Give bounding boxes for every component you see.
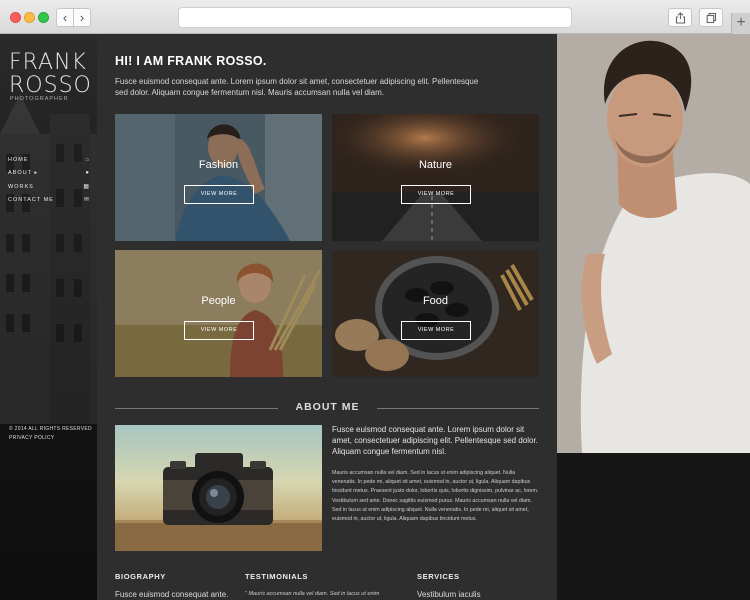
gallery-tile-food[interactable]: Food VIEW MORE — [332, 250, 539, 377]
biography-text: Fusce euismod consequat ante. — [115, 590, 229, 599]
intro-text: Fusce euismod consequat ante. Lorem ipsu… — [115, 77, 479, 97]
menu-item-home[interactable]: HOME ⌂ — [8, 154, 90, 167]
menu-item-contact[interactable]: CONTACT ME ✉ — [8, 194, 90, 207]
menu-item-works[interactable]: WORKS ▦ — [8, 181, 90, 194]
section-heading: ABOUT ME — [295, 401, 360, 413]
info-icon: ● — [85, 170, 90, 177]
forward-button[interactable]: › — [73, 8, 91, 27]
tile-overlay — [332, 250, 539, 377]
services-item[interactable]: Vestibulum iaculis — [417, 590, 481, 599]
copyright-block: © 2014 ALL RIGHTS RESERVED PRIVACY POLIC… — [9, 425, 92, 442]
menu-item-label: ABOUT ▸ — [8, 170, 39, 177]
mail-icon: ✉ — [83, 197, 90, 204]
about-body-text: Mauris accumsan nulla vel diam. Sed in l… — [332, 470, 539, 523]
chevron-right-icon: › — [79, 10, 85, 25]
tile-title: Fashion — [198, 159, 239, 171]
right-panel-footer — [557, 453, 750, 600]
building-background-image — [0, 94, 97, 424]
tile-overlay — [115, 114, 322, 241]
tile-title: People — [201, 295, 236, 307]
home-icon: ⌂ — [85, 157, 90, 163]
divider — [115, 408, 278, 409]
view-more-button[interactable]: VIEW MORE — [401, 321, 471, 340]
services-heading: SERVICES — [417, 572, 460, 581]
divider — [377, 408, 539, 409]
main-menu: HOME ⌂ ABOUT ▸ ● WORKS ▦ CONTACT ME ✉ — [8, 154, 90, 208]
site-logo[interactable]: FRANK ROSSO — [9, 51, 92, 97]
gallery-tile-people[interactable]: People VIEW MORE — [115, 250, 322, 377]
camera-illustration — [115, 453, 322, 551]
menu-item-label: WORKS — [8, 183, 34, 190]
minimize-window-button[interactable] — [24, 12, 35, 23]
plus-icon: + — [736, 14, 746, 31]
share-button[interactable] — [668, 8, 692, 27]
logo-subtitle: PHOTOGRAPHER — [10, 96, 69, 102]
privacy-policy-link[interactable]: PRIVACY POLICY — [9, 434, 92, 443]
view-more-button[interactable]: VIEW MORE — [184, 321, 254, 340]
tile-overlay — [115, 250, 322, 377]
zoom-window-button[interactable] — [38, 12, 49, 23]
menu-item-label: CONTACT ME — [8, 197, 54, 204]
menu-item-about[interactable]: ABOUT ▸ ● — [8, 167, 90, 180]
tabs-icon — [706, 12, 717, 24]
view-more-button[interactable]: VIEW MORE — [184, 185, 254, 204]
logo-line-1: FRANK — [9, 50, 87, 75]
portrait-illustration — [557, 34, 750, 453]
camera-photo — [115, 425, 322, 551]
gallery-tile-nature[interactable]: Nature VIEW MORE — [332, 114, 539, 241]
menu-item-label: HOME — [8, 157, 29, 163]
sidebar: FRANK ROSSO PHOTOGRAPHER HOME ⌂ ABOUT ▸ … — [0, 34, 97, 600]
gallery-tile-fashion[interactable]: Fashion VIEW MORE — [115, 114, 322, 241]
testimonials-heading: TESTIMONIALS — [245, 572, 309, 581]
back-button[interactable]: ‹ — [56, 8, 74, 27]
page-title: HI! I AM FRANK ROSSO. — [115, 54, 267, 68]
share-icon — [675, 12, 686, 24]
testimonial-quote: " Mauris accumsan nulla vel diam. Sed in… — [245, 591, 380, 597]
logo-line-2: ROSSO — [9, 73, 92, 98]
about-section-header: ABOUT ME — [115, 401, 539, 415]
about-lead-text: Fusce euismod consequat ante. Lorem ipsu… — [332, 425, 538, 456]
tile-title: Nature — [418, 159, 453, 171]
browser-toolbar: ‹ › + — [0, 0, 750, 35]
show-tabs-button[interactable] — [699, 8, 723, 27]
new-tab-button[interactable]: + — [731, 13, 750, 35]
address-bar[interactable] — [178, 7, 572, 28]
tile-title: Food — [422, 295, 449, 307]
main-content: HI! I AM FRANK ROSSO. Fusce euismod cons… — [97, 34, 557, 600]
grid-icon: ▦ — [83, 183, 90, 190]
close-window-button[interactable] — [10, 12, 21, 23]
copyright-text: © 2014 ALL RIGHTS RESERVED — [9, 426, 92, 432]
portrait-photo — [557, 34, 750, 453]
biography-heading: BIOGRAPHY — [115, 572, 166, 581]
view-more-button[interactable]: VIEW MORE — [401, 185, 471, 204]
tile-overlay — [332, 114, 539, 241]
chevron-left-icon: ‹ — [62, 10, 68, 25]
